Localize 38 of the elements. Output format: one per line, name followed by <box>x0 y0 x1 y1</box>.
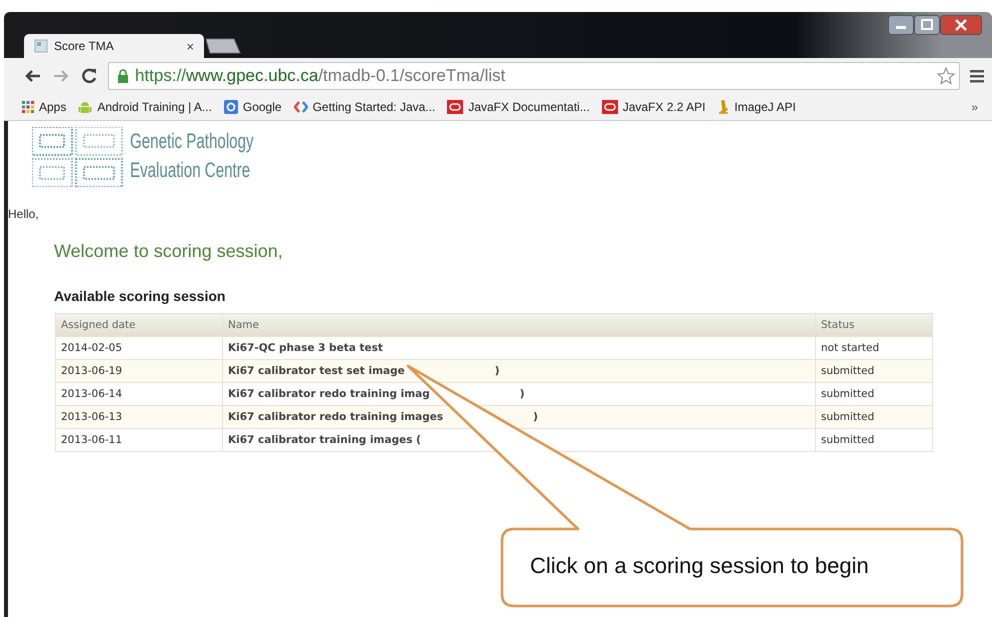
callout-text: Click on a scoring session to begin <box>530 553 869 579</box>
session-link[interactable]: Ki67 calibrator redo training imag ) <box>223 383 815 405</box>
logo-text: Genetic Pathology <box>130 129 254 155</box>
bookmark-label: Google <box>242 100 282 114</box>
column-header: Status <box>816 314 932 336</box>
welcome-heading: Welcome to scoring session, <box>54 241 284 262</box>
session-link[interactable]: Ki67 calibrator test set image ) <box>223 360 815 382</box>
table-cell: 2013-06-19 <box>56 360 222 382</box>
table-cell: not started <box>816 337 932 359</box>
bookmark-label: Apps <box>39 100 66 114</box>
section-title: Available scoring session <box>54 288 226 304</box>
table-cell: submitted <box>816 429 932 451</box>
address-bar[interactable]: https://www.gpec.ubc.ca/tmadb-0.1/scoreTma/list <box>108 62 960 90</box>
bookmark-item[interactable]: ImageJ API <box>717 100 796 114</box>
bookmark-label: JavaFX 2.2 API <box>622 100 706 114</box>
tab-close-button[interactable]: × <box>186 38 194 54</box>
column-header: Assigned date <box>56 314 222 336</box>
bookmark-label: ImageJ API <box>734 100 796 114</box>
url-text: https://www.gpec.ubc.ca/tmadb-0.1/scoreTma/list <box>135 66 506 86</box>
table-cell: 2014-02-05 <box>56 337 222 359</box>
table-cell: submitted <box>816 360 932 382</box>
tab-title: Score TMA <box>54 39 115 53</box>
bookmarks-overflow-button[interactable]: » <box>971 100 978 114</box>
session-link[interactable]: Ki67 calibrator training images ( <box>223 429 815 451</box>
session-link[interactable]: Ki67 calibrator redo training images ) <box>223 406 815 428</box>
table-cell: submitted <box>816 406 932 428</box>
session-link[interactable]: Ki67-QC phase 3 beta test <box>223 337 815 359</box>
table-cell: 2013-06-14 <box>56 383 222 405</box>
bookmark-item[interactable]: Apps <box>22 100 66 114</box>
table-cell: 2013-06-11 <box>56 429 222 451</box>
table-cell: 2013-06-13 <box>56 406 222 428</box>
greeting-text: Hello, <box>8 207 40 221</box>
logo-text: Evaluation Centre <box>130 158 252 184</box>
bookmark-item[interactable]: Google <box>224 100 282 114</box>
bookmark-item[interactable]: JavaFX 2.2 API <box>602 100 706 114</box>
column-header: Name <box>223 314 815 336</box>
table-cell: submitted <box>816 383 932 405</box>
browser-tab[interactable]: Score TMA × <box>24 34 204 58</box>
